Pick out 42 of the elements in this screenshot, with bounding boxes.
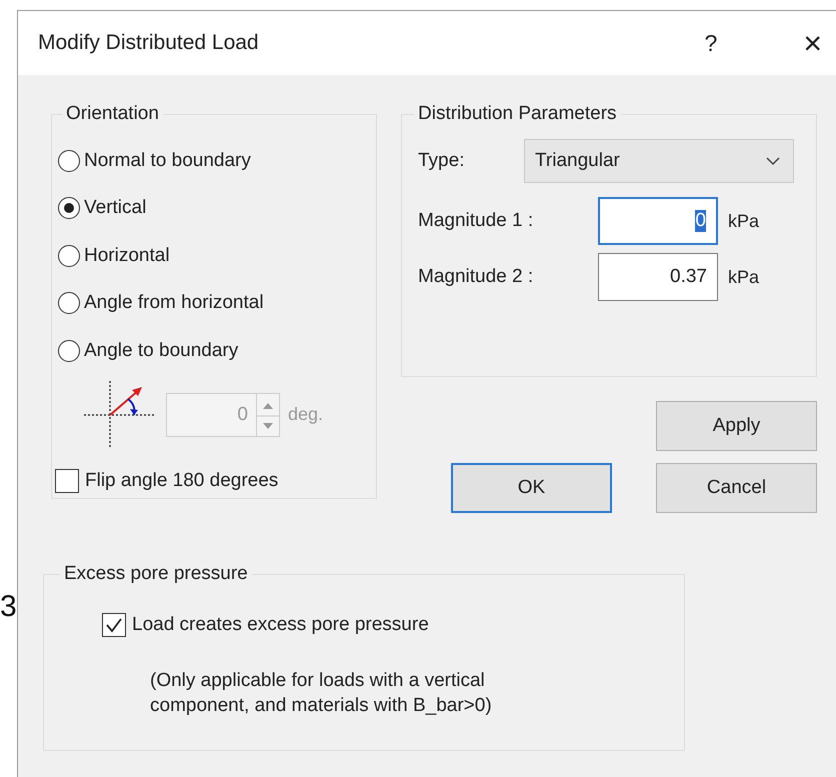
group-title: Excess pore pressure [63, 563, 249, 585]
dialog-button[interactable]: Apply [656, 401, 817, 451]
checkbox[interactable] [102, 613, 126, 637]
help-button[interactable]: ? [694, 30, 728, 56]
radio-button[interactable] [58, 292, 80, 314]
checkbox-option[interactable]: Load creates excess pore pressure [102, 613, 674, 637]
magnitude-field[interactable]: 0 [598, 197, 718, 245]
checkbox-label: Load creates excess pore pressure [132, 614, 429, 636]
radio-label: Angle to boundary [84, 340, 238, 362]
checkbox-label: Flip angle 180 degrees [85, 470, 278, 492]
radio-label: Vertical [84, 197, 146, 220]
window-title: Modify Distributed Load [38, 31, 260, 55]
group-title: Distribution Parameters [417, 103, 618, 125]
radio-option[interactable]: Vertical [58, 184, 366, 232]
radio-label: Angle from horizontal [84, 292, 264, 314]
radio-button[interactable] [58, 197, 80, 220]
radio-option[interactable]: Horizontal [58, 232, 366, 280]
magnitude-label: Magnitude 1 : [418, 210, 534, 232]
magnitude-label: Magnitude 2 : [418, 266, 534, 288]
magnitude-field[interactable]: 0.37 [598, 253, 718, 301]
margin-text: 3 [0, 590, 17, 624]
close-button[interactable]: × [793, 24, 832, 62]
dialog-button[interactable]: Cancel [656, 463, 817, 513]
type-dropdown[interactable]: Triangular [524, 139, 794, 183]
radio-option[interactable]: Angle from horizontal [58, 280, 366, 327]
unit-label: kPa [728, 266, 760, 288]
radio-label: Horizontal [84, 244, 170, 267]
unit-label: deg. [288, 404, 324, 425]
radio-button[interactable] [58, 340, 80, 362]
note-text: (Only applicable for loads with a vertical component, and materials with B_bar>0) [150, 669, 493, 718]
checkbox-option[interactable]: Flip angle 180 degrees [55, 468, 366, 492]
radio-button[interactable] [58, 150, 80, 172]
radio-option[interactable]: Angle to boundary [58, 327, 366, 374]
dialog-button[interactable]: OK [451, 463, 612, 513]
radio-label: Normal to boundary [84, 150, 251, 172]
checkbox[interactable] [55, 468, 79, 492]
chevron-down-icon [765, 156, 781, 166]
radio-option[interactable]: Normal to boundary [58, 137, 366, 184]
radio-button[interactable] [58, 244, 80, 267]
unit-label: kPa [728, 210, 760, 232]
group-title: Orientation [65, 103, 160, 125]
type-label: Type: [418, 150, 466, 172]
